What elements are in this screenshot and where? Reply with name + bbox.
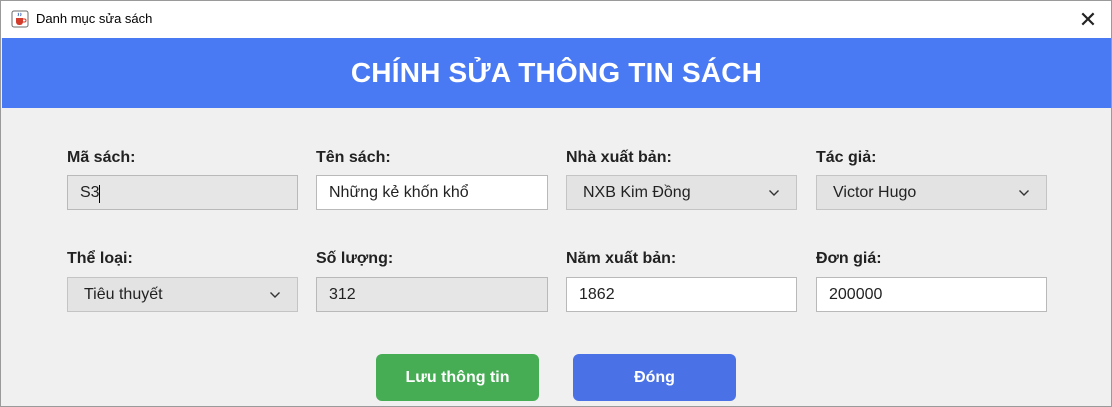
nam-xuat-ban-field[interactable]: 1862 bbox=[566, 277, 797, 312]
chevron-down-icon bbox=[1019, 190, 1029, 196]
window-close-button[interactable]: ✕ bbox=[1065, 1, 1111, 38]
so-luong-value: 312 bbox=[329, 285, 356, 303]
tac-gia-label: Tác giả: bbox=[816, 149, 877, 166]
title-bar: Danh mục sửa sách ✕ bbox=[1, 1, 1111, 38]
the-loai-label: Thể loại: bbox=[67, 250, 133, 267]
so-luong-label: Số lượng: bbox=[316, 250, 394, 267]
close-button-label: Đóng bbox=[634, 368, 675, 386]
save-button-label: Lưu thông tin bbox=[405, 368, 510, 386]
don-gia-label: Đơn giá: bbox=[816, 250, 882, 267]
tac-gia-select[interactable]: Victor Hugo bbox=[816, 175, 1047, 210]
close-button[interactable]: Đóng bbox=[573, 354, 736, 401]
chevron-down-icon bbox=[769, 190, 779, 196]
ma-sach-field[interactable]: S3 bbox=[67, 175, 298, 210]
don-gia-field[interactable]: 200000 bbox=[816, 277, 1047, 312]
dialog-window: Danh mục sửa sách ✕ CHÍNH SỬA THÔNG TIN … bbox=[0, 0, 1112, 407]
nha-xuat-ban-value: NXB Kim Đồng bbox=[583, 183, 691, 201]
ten-sach-field[interactable]: Những kẻ khốn khổ bbox=[316, 175, 548, 210]
nam-xuat-ban-value: 1862 bbox=[579, 285, 615, 303]
java-coffee-icon bbox=[11, 10, 29, 28]
ten-sach-value: Những kẻ khốn khổ bbox=[329, 183, 469, 201]
so-luong-field[interactable]: 312 bbox=[316, 277, 548, 312]
nha-xuat-ban-select[interactable]: NXB Kim Đồng bbox=[566, 175, 797, 210]
nha-xuat-ban-label: Nhà xuất bản: bbox=[566, 149, 672, 166]
ma-sach-value: S3 bbox=[80, 183, 100, 201]
the-loai-value: Tiêu thuyết bbox=[84, 285, 163, 303]
ma-sach-label: Mã sách: bbox=[67, 149, 136, 166]
text-cursor bbox=[99, 185, 100, 203]
nam-xuat-ban-label: Năm xuất bản: bbox=[566, 250, 677, 267]
window-title: Danh mục sửa sách bbox=[36, 11, 153, 26]
save-button[interactable]: Lưu thông tin bbox=[376, 354, 539, 401]
ten-sach-label: Tên sách: bbox=[316, 149, 391, 166]
close-icon: ✕ bbox=[1078, 6, 1098, 32]
don-gia-value: 200000 bbox=[829, 285, 883, 303]
form-header: CHÍNH SỬA THÔNG TIN SÁCH bbox=[2, 38, 1111, 108]
tac-gia-value: Victor Hugo bbox=[833, 183, 917, 201]
the-loai-select[interactable]: Tiêu thuyết bbox=[67, 277, 298, 312]
page-title: CHÍNH SỬA THÔNG TIN SÁCH bbox=[350, 57, 763, 88]
chevron-down-icon bbox=[270, 292, 280, 298]
